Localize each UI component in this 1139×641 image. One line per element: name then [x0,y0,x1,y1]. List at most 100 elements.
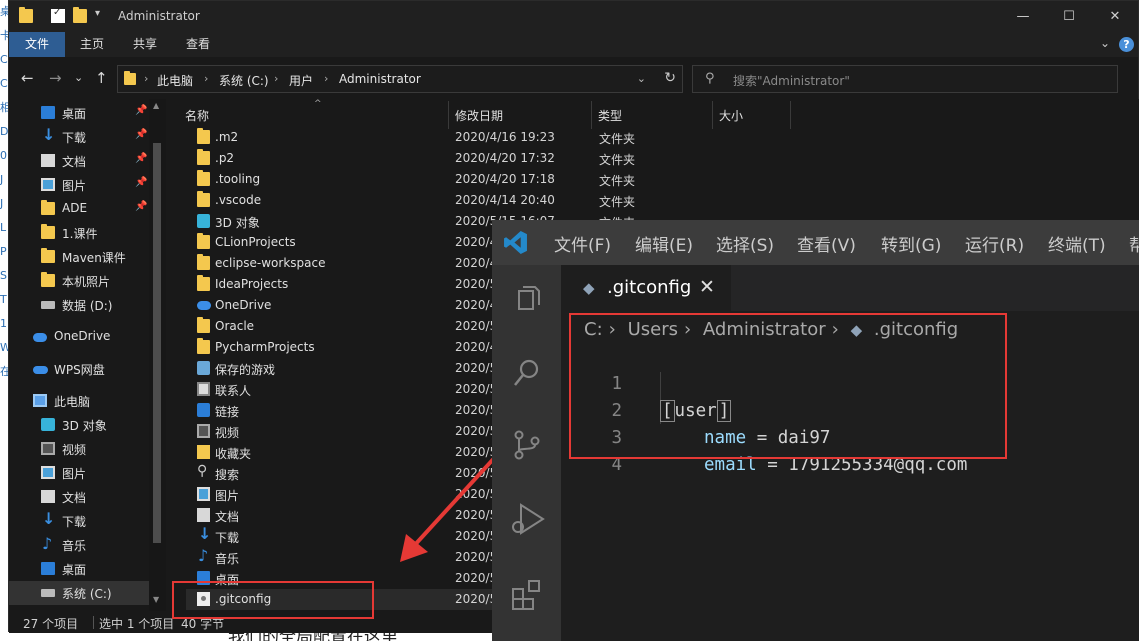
sidebar-scrollbar[interactable]: ▲ ▼ [149,99,166,611]
gitconfig-highlight-box [172,581,374,619]
sidebar-item[interactable]: 1.课件 [9,221,149,245]
sidebar-item[interactable]: 图片 📌 [9,173,149,197]
folder-icon [197,317,210,333]
recent-locations-button[interactable]: ⌄ [74,71,83,84]
breadcrumb-administrator[interactable]: Administrator [339,72,421,86]
pin-icon[interactable]: 📌 [135,129,147,140]
desktop-icon [41,106,55,119]
help-icon[interactable]: ? [1119,37,1134,52]
column-divider[interactable] [448,101,449,129]
explorer-files-icon[interactable] [509,281,545,317]
scroll-down-icon[interactable]: ▼ [153,595,159,604]
column-header-date[interactable]: 修改日期 [455,107,503,124]
up-button[interactable]: ↑ [95,69,108,87]
music-icon [197,546,210,565]
back-button[interactable]: ← [21,69,34,87]
menu-item[interactable]: 帮 [1129,231,1139,256]
address-bar[interactable]: › 此电脑 › 系统 (C:) › 用户 › Administrator ⌄ ↻ [117,65,683,93]
sidebar-item-label: 下载 [62,131,87,145]
forward-button[interactable]: → [49,69,62,87]
search-box[interactable]: ⚲ 搜索"Administrator" [692,65,1118,93]
tab-home[interactable]: 主页 [77,32,107,57]
breadcrumb-drive-c[interactable]: 系统 (C:) [219,72,269,89]
extensions-icon[interactable] [509,577,545,613]
sidebar-item[interactable]: 下载 📌 [9,125,149,149]
column-divider[interactable] [790,101,791,129]
sidebar-item-label: 文档 [62,491,87,505]
file-row[interactable]: .vscode 2020/4/14 20:40 文件夹 [186,190,1139,211]
file-row[interactable]: .p2 2020/4/20 17:32 文件夹 [186,148,1139,169]
sidebar-item-label: 3D 对象 [62,419,107,433]
menu-item[interactable]: 查看(V) [797,231,856,256]
column-divider[interactable] [591,101,592,129]
settings-file-icon: ◆ [583,279,595,297]
sidebar-item[interactable]: 文档 [9,485,149,509]
pin-icon[interactable]: 📌 [135,105,147,116]
source-control-icon[interactable] [509,427,545,463]
video-icon [197,424,210,438]
pin-icon[interactable]: 📌 [135,153,147,164]
maximize-button[interactable]: ☐ [1046,1,1092,32]
menu-item[interactable]: 转到(G) [881,231,941,256]
file-name: 文档 [215,510,240,524]
menu-item[interactable]: 文件(F) [554,231,611,256]
tab-label: .gitconfig [607,277,692,298]
tab-file[interactable]: 文件 [9,32,65,57]
sidebar-item[interactable]: 系统 (C:) [9,581,151,605]
sidebar-item[interactable]: ADE 📌 [9,197,149,221]
menu-item[interactable]: 编辑(E) [635,231,693,256]
close-button[interactable]: ✕ [1092,1,1138,32]
properties-icon[interactable] [51,7,65,23]
scrollbar-thumb[interactable] [153,143,161,543]
editor-tab-bar: ◆ .gitconfig ✕ [561,265,1139,311]
sidebar-item[interactable]: 数据 (D:) [9,293,149,317]
column-header-name[interactable]: 名称 [185,107,209,124]
sidebar-item[interactable]: 本机照片 [9,269,149,293]
folder-icon [197,233,210,249]
contacts-icon [197,382,210,396]
sidebar-item[interactable]: 桌面 [9,557,149,581]
close-tab-icon[interactable]: ✕ [699,276,715,298]
sidebar-item[interactable]: Maven课件 [9,245,149,269]
pin-icon[interactable]: 📌 [135,177,147,188]
menu-item[interactable]: 运行(R) [965,231,1024,256]
column-divider[interactable] [712,101,713,129]
sidebar-item[interactable]: 视频 [9,437,149,461]
tab-share[interactable]: 共享 [130,32,160,57]
file-name: Oracle [215,319,255,333]
pin-icon[interactable]: 📌 [135,201,147,212]
quick-access-dropdown-icon[interactable]: ▾ [95,8,100,19]
menu-item[interactable]: 终端(T) [1048,231,1106,256]
column-header-size[interactable]: 大小 [719,107,743,124]
address-dropdown-icon[interactable]: ⌄ [637,72,646,85]
refresh-icon[interactable]: ↻ [664,70,676,86]
minimize-button[interactable]: — [1000,1,1046,32]
file-row[interactable]: .m2 2020/4/16 19:23 文件夹 [186,127,1139,148]
sidebar-item[interactable]: 下载 [9,509,149,533]
file-row[interactable]: .tooling 2020/4/20 17:18 文件夹 [186,169,1139,190]
sidebar-item[interactable]: 图片 [9,461,149,485]
new-folder-icon[interactable] [73,7,87,23]
sidebar-item[interactable]: 文档 📌 [9,149,149,173]
title-bar: ▾ Administrator — ☐ ✕ [9,1,1138,32]
breadcrumb-users[interactable]: 用户 [289,72,313,89]
search-icon[interactable] [509,355,545,391]
scroll-up-icon[interactable]: ▲ [153,101,159,110]
file-date: 2020/4/20 17:18 [455,172,555,186]
sidebar-item-label: 音乐 [62,539,87,553]
sidebar-item[interactable]: 音乐 [9,533,149,557]
sidebar-item[interactable]: 3D 对象 [9,413,149,437]
ribbon-tabs: 文件 主页 共享 查看 ⌄ ? [9,32,1138,57]
menu-item[interactable]: 选择(S) [716,231,774,256]
sidebar-item[interactable]: 桌面 📌 [9,101,149,125]
run-debug-icon[interactable] [509,501,545,537]
sidebar-item[interactable]: WPS网盘 [9,357,149,381]
tab-gitconfig[interactable]: ◆ .gitconfig ✕ [561,265,731,311]
tab-view[interactable]: 查看 [183,32,213,57]
expand-ribbon-icon[interactable]: ⌄ [1100,36,1110,50]
sidebar-item[interactable]: OneDrive [9,325,149,349]
column-header-type[interactable]: 类型 [598,107,622,124]
breadcrumb-this-pc[interactable]: 此电脑 [157,72,193,89]
sidebar-item[interactable]: 此电脑 [9,389,149,413]
sidebar-item-label: 下载 [62,515,87,529]
